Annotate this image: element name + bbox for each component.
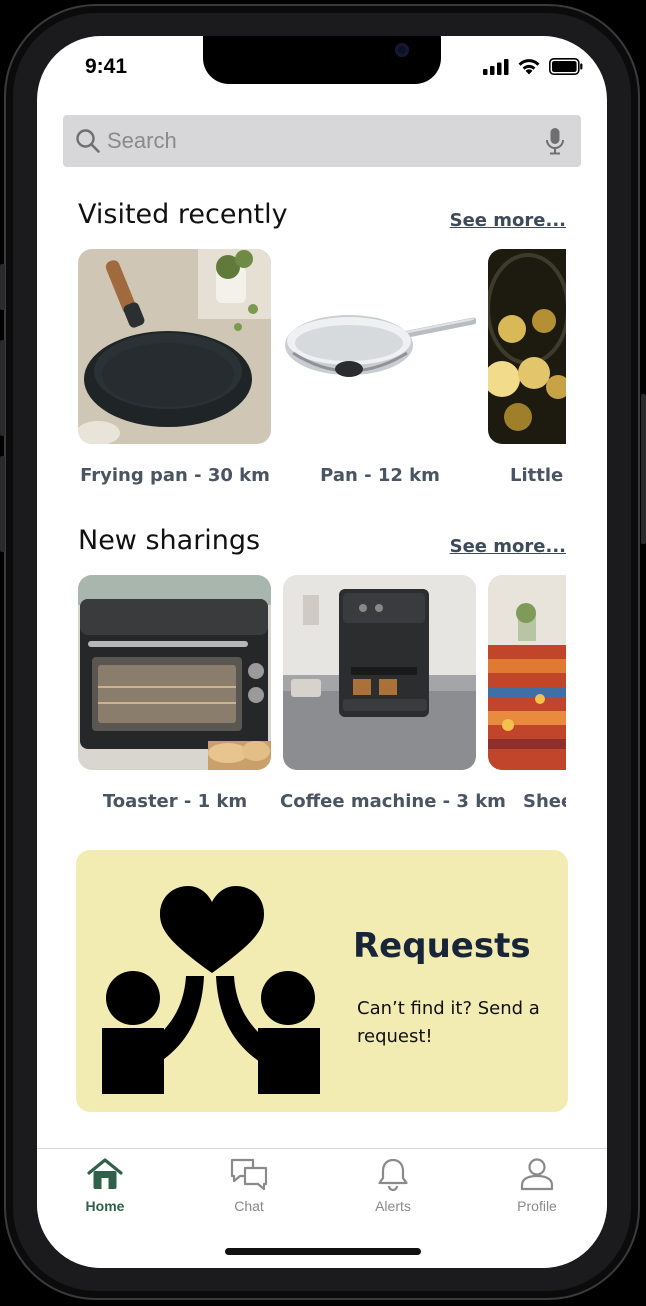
visited-carousel[interactable]: Frying pan - 30 km Pan - 12 km Little li — [78, 249, 566, 489]
sheets-caption: Shee — [523, 791, 566, 812]
microphone-icon[interactable] — [545, 127, 565, 155]
visited-title: Visited recently — [78, 199, 288, 230]
frying-pan-image[interactable] — [78, 249, 271, 444]
status-icons — [483, 58, 583, 75]
sharings-title: New sharings — [78, 525, 261, 556]
search-bar[interactable] — [63, 115, 581, 167]
battery-icon — [549, 58, 583, 75]
sharings-see-more-link[interactable]: See more... — [450, 536, 566, 557]
lights-image[interactable] — [488, 249, 566, 444]
volume-up-button — [0, 340, 5, 436]
toaster-caption: Toaster - 1 km — [102, 791, 248, 812]
pan-caption: Pan - 12 km — [320, 465, 440, 486]
sharings-carousel[interactable]: Toaster - 1 km Coffee machine - 3 km She… — [78, 575, 566, 815]
search-icon — [76, 129, 100, 153]
requests-title: Requests — [353, 926, 531, 966]
search-input[interactable] — [107, 115, 527, 167]
chat-icon — [230, 1158, 268, 1191]
sheets-image[interactable] — [488, 575, 566, 770]
power-button — [641, 394, 646, 544]
coffee-machine-caption: Coffee machine - 3 km — [280, 791, 506, 812]
tab-chat[interactable]: Chat — [199, 1157, 299, 1214]
tab-alerts-label: Alerts — [375, 1198, 411, 1214]
tab-alerts[interactable]: Alerts — [343, 1157, 443, 1214]
tab-home-label: Home — [85, 1198, 125, 1214]
requests-banner[interactable]: Requests Can’t find it? Send a request! — [76, 850, 568, 1112]
signal-icon — [483, 58, 509, 75]
user-icon — [520, 1158, 554, 1191]
pan-image[interactable] — [283, 249, 476, 444]
tab-chat-label: Chat — [234, 1198, 264, 1214]
little-lights-caption: Little li — [510, 465, 566, 486]
home-icon — [87, 1158, 123, 1189]
frying-pan-caption: Frying pan - 30 km — [80, 465, 270, 486]
requests-subtitle: Can’t find it? Send a request! — [357, 998, 540, 1047]
visited-see-more-link[interactable]: See more... — [450, 210, 566, 231]
toaster-image[interactable] — [78, 575, 271, 770]
mute-switch — [0, 264, 5, 310]
coffee-machine-image[interactable] — [283, 575, 476, 770]
screen: 9:41 Visited r — [37, 36, 607, 1268]
wifi-icon — [518, 59, 540, 75]
tab-home[interactable]: Home — [55, 1157, 155, 1214]
sharing-hands-heart-icon — [102, 886, 320, 1094]
tab-profile[interactable]: Profile — [487, 1157, 587, 1214]
bell-icon — [378, 1158, 408, 1192]
home-indicator — [225, 1248, 421, 1255]
status-time: 9:41 — [85, 55, 128, 78]
volume-down-button — [0, 456, 5, 552]
notch — [203, 36, 441, 84]
tab-profile-label: Profile — [517, 1198, 557, 1214]
camera — [395, 43, 409, 57]
